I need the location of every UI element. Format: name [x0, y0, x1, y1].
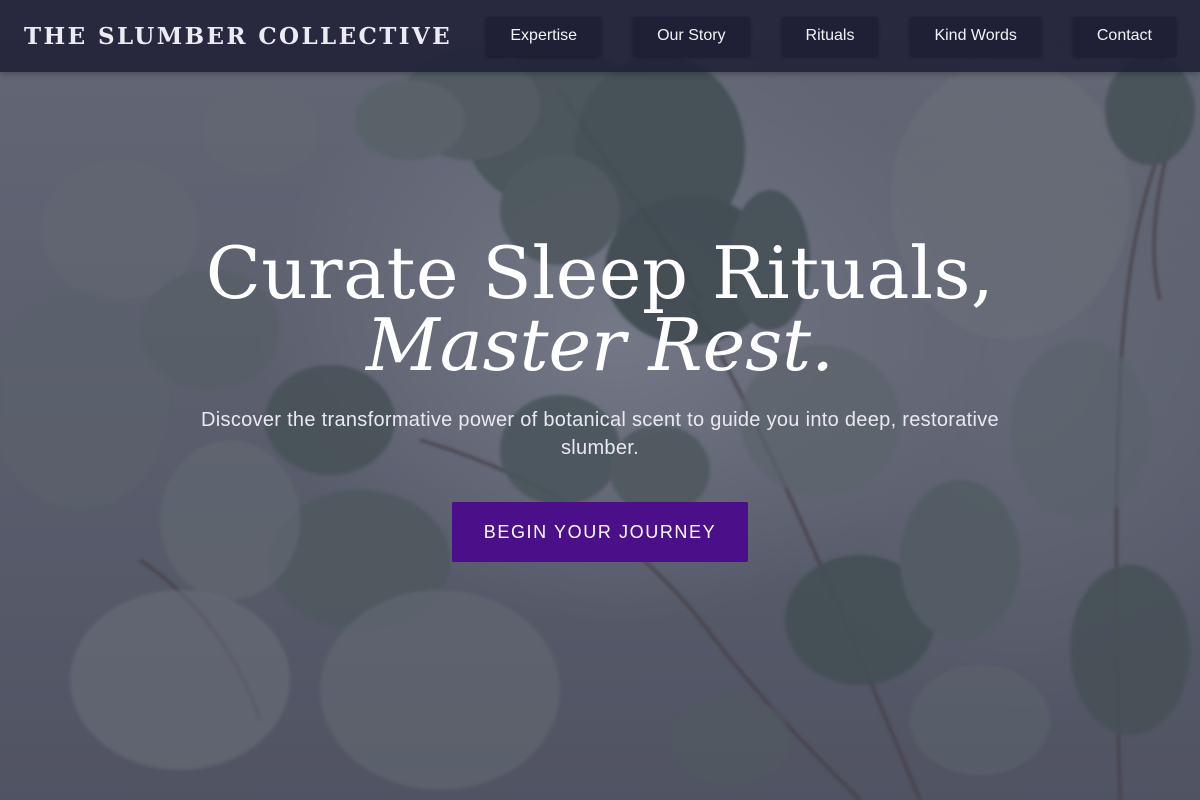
begin-journey-button[interactable]: BEGIN YOUR JOURNEY: [452, 502, 748, 562]
navbar: THE SLUMBER COLLECTIVE Expertise Our Sto…: [0, 0, 1200, 72]
hero-headline-line2: Master Rest.: [365, 303, 835, 387]
nav-link-contact[interactable]: Contact: [1072, 16, 1176, 56]
nav-links: Expertise Our Story Rituals Kind Words C…: [486, 16, 1176, 56]
hero-headline: Curate Sleep Rituals, Master Rest.: [0, 237, 1200, 381]
hero-section: Curate Sleep Rituals, Master Rest. Disco…: [0, 72, 1200, 800]
nav-link-rituals[interactable]: Rituals: [781, 16, 879, 56]
brand-logo[interactable]: THE SLUMBER COLLECTIVE: [24, 23, 452, 50]
hero-subtitle: Discover the transformative power of bot…: [201, 409, 999, 459]
nav-link-our-story[interactable]: Our Story: [633, 16, 750, 56]
nav-link-expertise[interactable]: Expertise: [486, 16, 602, 56]
hero-headline-line1: Curate Sleep Rituals,: [205, 231, 995, 315]
nav-link-kind-words[interactable]: Kind Words: [910, 16, 1041, 56]
